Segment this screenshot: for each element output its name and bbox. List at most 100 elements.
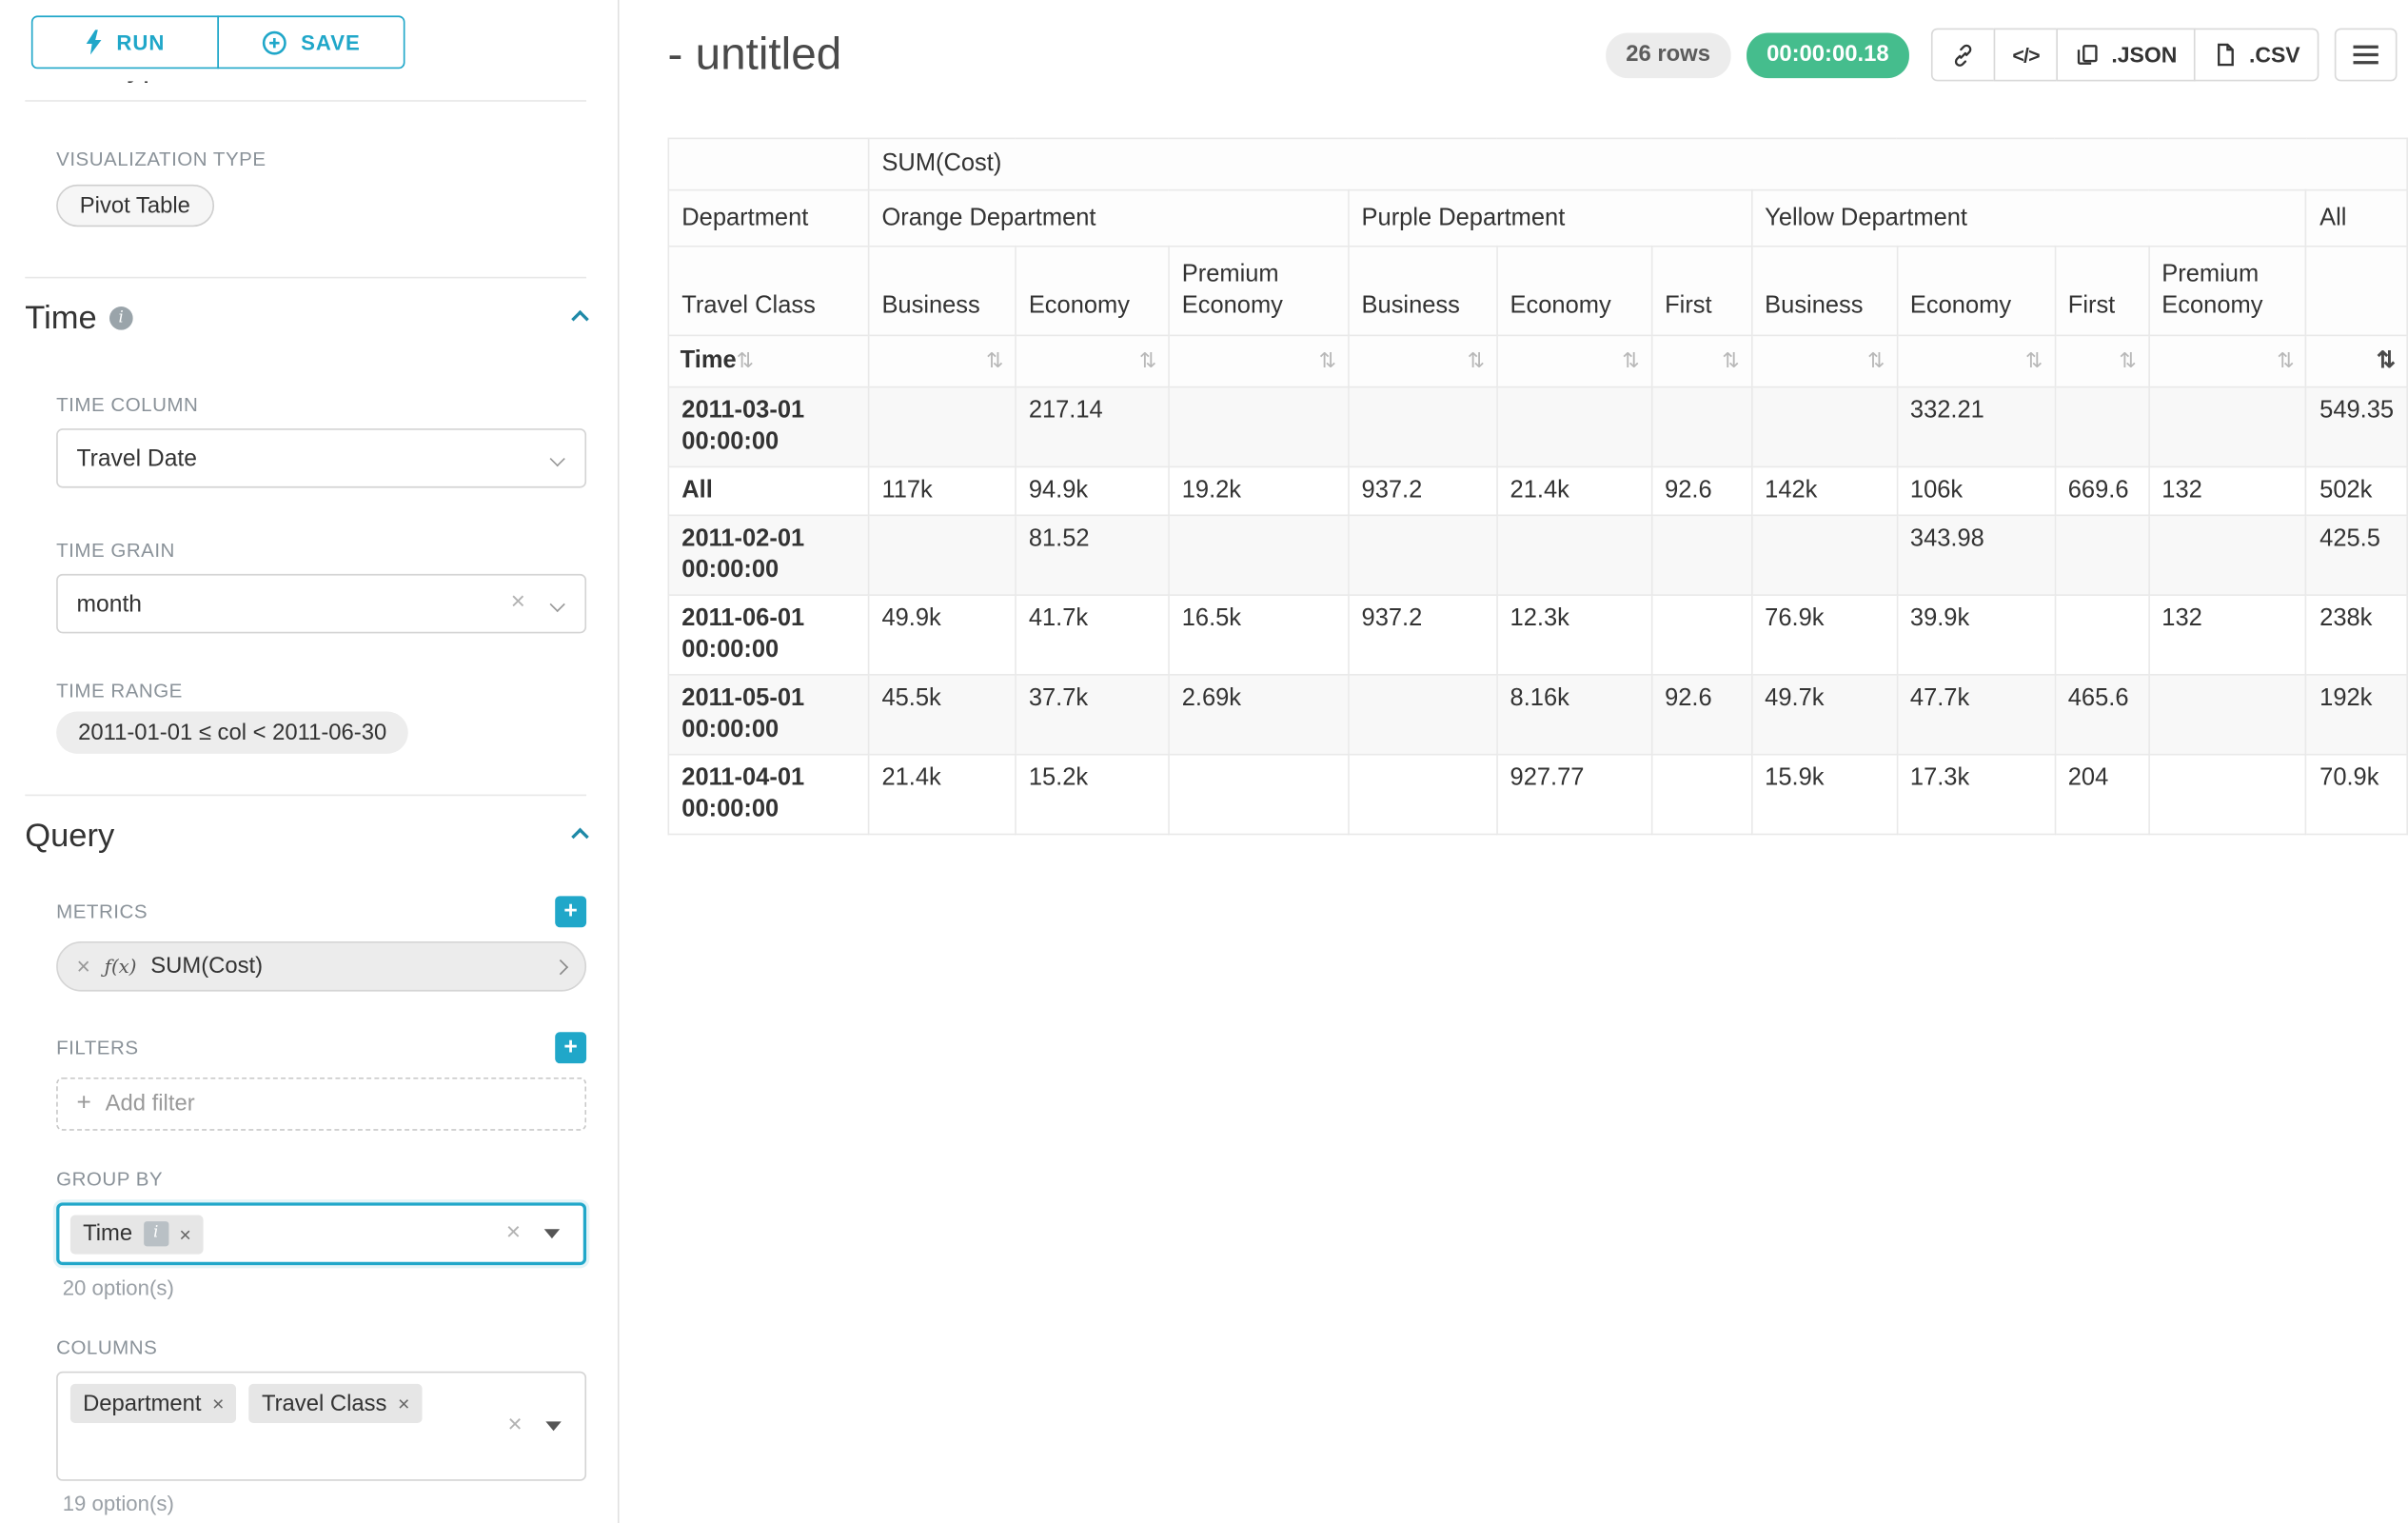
columns-options-hint: 19 option(s) <box>63 1492 586 1515</box>
add-metric-button[interactable]: + <box>555 896 586 927</box>
sort-descending-icon[interactable]: ⇅ <box>2377 348 2396 373</box>
add-filter-placeholder: Add filter <box>106 1092 195 1117</box>
sort-toggle-icon[interactable]: ⇅ <box>1319 348 1337 372</box>
pivot-value-cell <box>1651 515 1751 595</box>
hamburger-menu-icon <box>2354 53 2378 56</box>
add-filter-plus-button[interactable]: + <box>555 1032 586 1063</box>
pivot-value-cell <box>2148 387 2306 467</box>
time-grain-select[interactable]: month × <box>56 574 586 633</box>
sort-toggle-icon[interactable]: ⇅ <box>1867 348 1885 372</box>
more-options-button[interactable] <box>2335 29 2398 82</box>
group-by-options-hint: 20 option(s) <box>63 1276 586 1300</box>
run-button[interactable]: RUN <box>31 15 219 69</box>
pivot-value-cell: 332.21 <box>1897 387 2055 467</box>
pivot-value-cell: 49.7k <box>1751 675 1897 755</box>
chart-title[interactable]: - untitled <box>668 29 842 80</box>
sort-toggle-icon[interactable]: ⇅ <box>1139 348 1157 372</box>
pivot-value-cell: 17.3k <box>1897 755 2055 835</box>
save-button[interactable]: SAVE <box>217 15 405 69</box>
pivot-value-cell <box>1651 755 1751 835</box>
sort-toggle-icon[interactable]: ⇅ <box>1722 348 1740 372</box>
export-csv-button[interactable]: .CSV <box>2194 29 2319 82</box>
pivot-value-cell <box>2148 755 2306 835</box>
sort-toggle-icon[interactable]: ⇅ <box>1468 348 1486 372</box>
pivot-value-cell: 238k <box>2306 595 2407 675</box>
pivot-value-cell: 21.4k <box>1497 466 1652 515</box>
remove-tag-icon[interactable]: × <box>398 1394 409 1414</box>
clear-icon[interactable]: × <box>507 1414 522 1438</box>
pivot-value-cell: 45.5k <box>868 675 1015 755</box>
remove-tag-icon[interactable]: × <box>212 1394 224 1414</box>
pivot-table-container: SUM(Cost)DepartmentOrange DepartmentPurp… <box>668 138 2408 836</box>
pivot-value-cell: 47.7k <box>1897 675 2055 755</box>
function-icon: ƒ(x) <box>105 956 137 978</box>
row-count-badge: 26 rows <box>1606 32 1730 78</box>
copy-link-button[interactable] <box>1931 29 1995 82</box>
time-column-select[interactable]: Travel Date <box>56 428 586 487</box>
pivot-value-cell: 425.5 <box>2306 515 2407 595</box>
pivot-value-cell: 204 <box>2055 755 2149 835</box>
columns-tag-label: Department <box>83 1391 201 1415</box>
pivot-value-cell: 192k <box>2306 675 2407 755</box>
time-range-value: 2011-01-01 ≤ col < 2011-06-30 <box>78 721 386 745</box>
view-query-button[interactable]: </> <box>1994 29 2059 82</box>
pivot-value-cell: 41.7k <box>1016 595 1169 675</box>
pivot-class-header: Premium Economy <box>1169 247 1349 336</box>
filters-label: FILTERS <box>56 1037 138 1058</box>
pivot-value-cell: 117k <box>868 466 1015 515</box>
metric-item[interactable]: × ƒ(x) SUM(Cost) <box>56 941 586 992</box>
time-column-value: Travel Date <box>77 445 197 471</box>
pivot-value-cell <box>868 387 1015 467</box>
visualization-type-pill[interactable]: Pivot Table <box>56 185 213 227</box>
add-filter-dropzone[interactable]: + Add filter <box>56 1078 586 1131</box>
pivot-class-header: Economy <box>1016 247 1169 336</box>
pivot-sort-cell: ⇅ <box>1651 335 1751 386</box>
query-section-header[interactable]: Query <box>25 795 586 856</box>
pivot-value-cell: 937.2 <box>1349 466 1497 515</box>
chart-header: - untitled 26 rows 00:00:00.18 </> .JSON… <box>668 19 2398 91</box>
plus-icon: + <box>77 1090 91 1118</box>
pivot-department-header: Purple Department <box>1349 190 1752 247</box>
export-csv-label: .CSV <box>2249 42 2300 67</box>
pivot-value-cell <box>1751 515 1897 595</box>
remove-metric-icon[interactable]: × <box>77 955 90 979</box>
pivot-class-header: Premium Economy <box>2148 247 2306 336</box>
time-section-header[interactable]: Time i <box>25 277 586 338</box>
export-json-button[interactable]: .JSON <box>2057 29 2196 82</box>
pivot-department-header: All <box>2306 190 2407 247</box>
pivot-value-cell <box>868 515 1015 595</box>
pivot-value-cell: 343.98 <box>1897 515 2055 595</box>
time-range-pill[interactable]: 2011-01-01 ≤ col < 2011-06-30 <box>56 712 408 754</box>
pivot-value-cell: 12.3k <box>1497 595 1652 675</box>
chevron-up-icon[interactable] <box>571 309 589 327</box>
sort-toggle-icon[interactable]: ⇅ <box>2277 348 2295 372</box>
sort-toggle-icon[interactable]: ⇅ <box>2119 348 2137 372</box>
pivot-value-cell: 132 <box>2148 466 2306 515</box>
pivot-value-cell: 94.9k <box>1016 466 1169 515</box>
pivot-value-cell: 39.9k <box>1897 595 2055 675</box>
clear-icon[interactable]: × <box>506 1221 521 1246</box>
pivot-value-cell: 70.9k <box>2306 755 2407 835</box>
sort-toggle-icon[interactable]: ⇅ <box>2025 348 2043 372</box>
pivot-row-label: 2011-02-01 00:00:00 <box>668 515 868 595</box>
pivot-value-cell: 502k <box>2306 466 2407 515</box>
pivot-travel-class-row: Travel ClassBusinessEconomyPremium Econo… <box>668 247 2407 336</box>
group-by-select[interactable]: Time i × × <box>56 1202 586 1265</box>
chevron-down-icon <box>550 451 565 466</box>
pivot-value-cell <box>1349 675 1497 755</box>
query-actions-bar: RUN SAVE <box>0 0 618 81</box>
chevron-right-icon[interactable] <box>553 959 568 974</box>
pivot-class-header: First <box>2055 247 2149 336</box>
clear-icon[interactable]: × <box>511 590 525 615</box>
pivot-sort-cell: ⇅ <box>2055 335 2149 386</box>
remove-tag-icon[interactable]: × <box>179 1224 190 1244</box>
table-row: 2011-05-01 00:00:0045.5k37.7k2.69k8.16k9… <box>668 675 2407 755</box>
pivot-sort-cell: ⇅ <box>1751 335 1897 386</box>
pivot-class-header: First <box>1651 247 1751 336</box>
columns-select[interactable]: Department × Travel Class × × <box>56 1372 586 1481</box>
sort-toggle-icon[interactable]: ⇅ <box>737 348 755 372</box>
table-row: 2011-06-01 00:00:0049.9k41.7k16.5k937.21… <box>668 595 2407 675</box>
sort-toggle-icon[interactable]: ⇅ <box>1622 348 1640 372</box>
chevron-up-icon[interactable] <box>571 827 589 845</box>
sort-toggle-icon[interactable]: ⇅ <box>986 348 1004 372</box>
